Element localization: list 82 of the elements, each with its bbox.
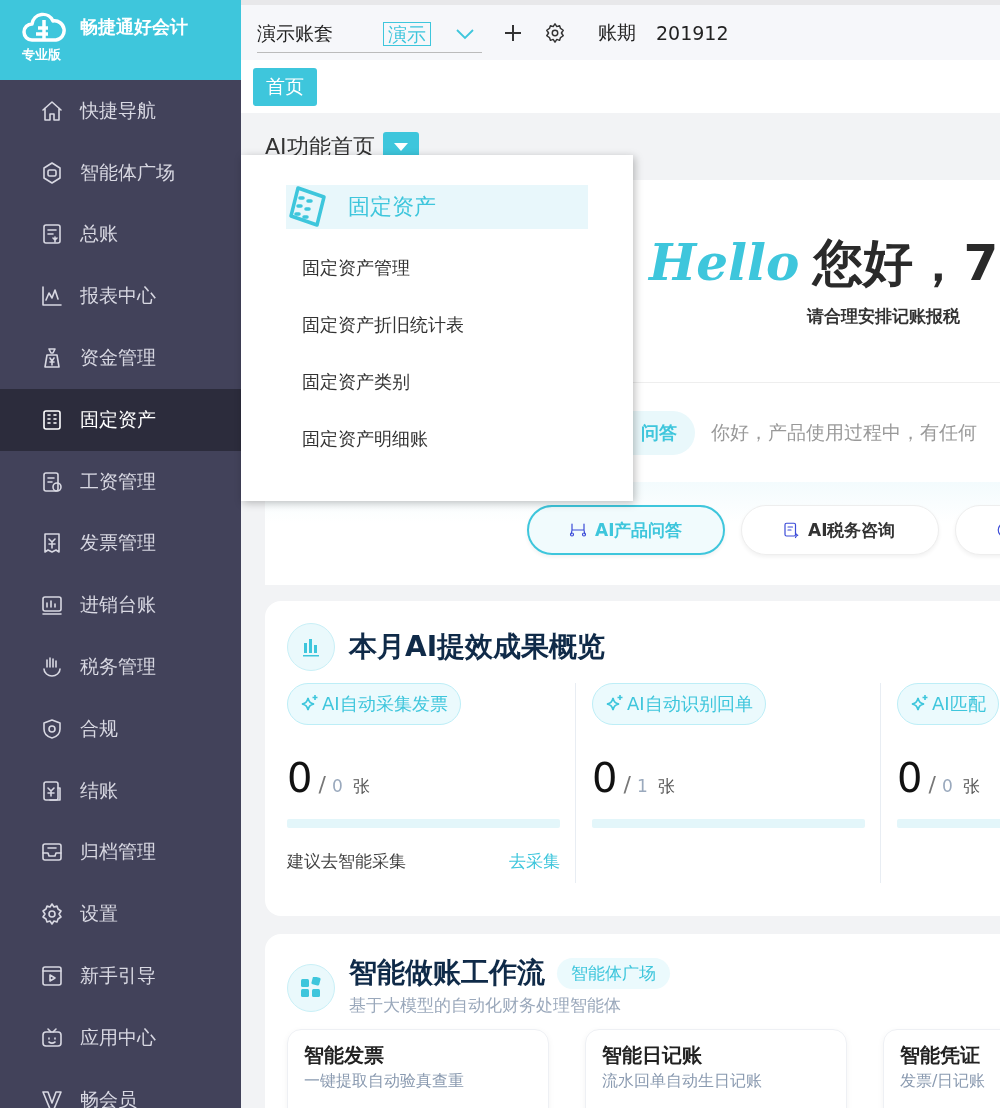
metric-label: AI匹配 (932, 692, 986, 716)
sidebar-item[interactable]: 固定资产 (0, 389, 241, 451)
workflow-item-description: 发票/日记账 (900, 1071, 987, 1092)
slash-separator: / (928, 772, 936, 797)
submenu-item[interactable]: 固定资产折旧统计表 (302, 306, 464, 343)
sidebar-item[interactable]: 税务管理 (0, 636, 241, 698)
workflow-item-card[interactable]: 智能日记账 流水回单自动生日记账 (585, 1029, 847, 1108)
period-label: 账期 (598, 19, 636, 45)
robot-face-icon (40, 1025, 64, 1050)
shield-icon (40, 716, 64, 741)
home-icon (40, 98, 64, 123)
section-title: 智能做账工作流 (349, 955, 545, 991)
sidebar-item[interactable]: 设置 (0, 883, 241, 946)
sidebar-item[interactable]: 应用中心 (0, 1006, 241, 1069)
edition-label: 专业版 (22, 46, 61, 64)
greeting-subtitle: 请合理安排记账报税 (807, 305, 961, 328)
sidebar-item[interactable]: 资金管理 (0, 327, 241, 389)
workflow-item-card[interactable]: 智能凭证 发票/日记账 (883, 1029, 1000, 1108)
line-chart-icon (40, 284, 64, 309)
metric-unit: 张 (962, 775, 980, 798)
document-icon (40, 778, 64, 803)
settings-icon[interactable] (544, 21, 566, 44)
sidebar-item[interactable]: 工资管理 (0, 450, 241, 513)
submenu-item[interactable]: 固定资产管理 (302, 249, 410, 286)
metric-value: 0 (897, 755, 923, 801)
metric-total: 0 (331, 776, 343, 796)
sidebar-item[interactable]: 合规 (0, 697, 241, 760)
settings-icon (40, 902, 64, 927)
sidebar-item[interactable]: 归档管理 (0, 821, 241, 884)
sidebar-item[interactable]: 新手引导 (0, 945, 241, 1007)
cloud-logo-icon (22, 10, 66, 44)
quick-action-button[interactable]: AI税务咨询 (741, 505, 939, 555)
hexagon-icon (40, 160, 64, 185)
workflow-item-title: 智能日记账 (602, 1042, 703, 1069)
sidebar-item[interactable]: 结账 (0, 759, 241, 822)
assistant-prompt: 你好，产品使用过程中，有任何 (711, 419, 977, 445)
sidebar-item[interactable]: 快捷导航 (0, 80, 241, 142)
metric-total: 1 (636, 776, 648, 796)
workflow-item-description: 一键提取自动验真查重 (304, 1071, 465, 1092)
hand-icon (40, 655, 64, 680)
app-name: 畅捷通好会计 (80, 15, 188, 39)
bar-chart-icon (287, 623, 335, 671)
workflow-item-title: 智能发票 (304, 1042, 385, 1069)
blocks-icon (287, 964, 335, 1012)
sidebar-item[interactable]: 畅会员 (0, 1068, 241, 1108)
sidebar-item[interactable]: 智能体广场 (0, 141, 241, 204)
section-title: 本月AI提效成果概览 (349, 629, 606, 665)
document-icon (40, 469, 64, 494)
sidebar-item[interactable]: 进销台账 (0, 574, 241, 637)
document-icon (782, 521, 800, 539)
submenu-title: 固定资产 (348, 193, 436, 221)
ledger-icon (40, 222, 64, 247)
workflow-item-title: 智能凭证 (900, 1042, 981, 1069)
metric-value: 0 (592, 755, 618, 801)
workflow-item-description: 流水回单自动生日记账 (602, 1071, 763, 1092)
account-set-selector[interactable]: 演示账套 演示 (257, 12, 482, 53)
chevron-down-icon[interactable] (455, 28, 475, 40)
hello-word: Hello (649, 233, 800, 292)
building-icon (40, 407, 64, 432)
play-icon (40, 964, 64, 989)
metric-value: 0 (287, 755, 313, 801)
monitor-icon (40, 593, 64, 618)
sidebar-item[interactable]: 报表中心 (0, 265, 241, 328)
metric-total: 0 (941, 776, 953, 796)
triangle-down-icon (393, 142, 408, 151)
period-value: 201912 (656, 21, 729, 44)
sidebar-item[interactable]: 发票管理 (0, 512, 241, 575)
metric-hint: 建议去智能采集 (287, 850, 406, 873)
metric-unit: 张 (657, 775, 675, 798)
metric-unit: 张 (352, 775, 370, 798)
submenu-item[interactable]: 固定资产明细账 (302, 420, 428, 457)
metric-label: AI自动识别回单 (627, 692, 753, 716)
sidebar-item[interactable]: 总账 (0, 203, 241, 266)
section-subtitle: 基于大模型的自动化财务处理智能体 (349, 994, 622, 1017)
greeting-text: 您好，7 (813, 233, 999, 294)
slash-separator: / (318, 772, 326, 797)
robot-icon (569, 521, 587, 539)
account-tag: 演示 (383, 22, 431, 46)
slash-separator: / (623, 772, 631, 797)
submenu-item[interactable]: 固定资产类别 (302, 363, 410, 400)
workflow-item-card[interactable]: 智能发票 一键提取自动验真查重 (287, 1029, 549, 1108)
metric-label: AI自动采集发票 (322, 692, 448, 716)
